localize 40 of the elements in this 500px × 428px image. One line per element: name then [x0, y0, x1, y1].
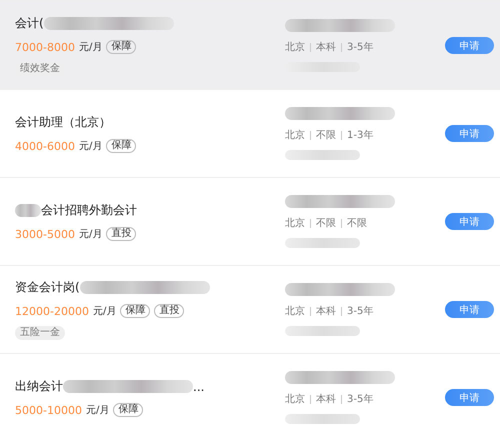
benefit-tag: 五险一金 [15, 326, 65, 340]
job-location: 北京 [285, 392, 305, 406]
education-requirement: 本科 [316, 40, 336, 54]
job-title[interactable]: 会计招聘外勤会计 [41, 202, 137, 219]
salary-range: 5000-10000 [15, 404, 82, 416]
experience-requirement: 1-3年 [347, 129, 374, 142]
job-tag: 保障 [106, 40, 136, 54]
salary-range: 7000-8000 [15, 40, 75, 54]
job-title[interactable]: 资金会计岗( [15, 279, 80, 296]
education-requirement: 不限 [316, 129, 336, 142]
job-tag: 直投 [106, 227, 136, 241]
experience-requirement: 3-5年 [347, 41, 374, 54]
job-location: 北京 [285, 216, 305, 230]
blurred-text-bar [15, 204, 41, 217]
job-title[interactable]: 出纳会计 [15, 378, 63, 395]
job-tag: 保障 [106, 139, 136, 153]
experience-requirement: 3-5年 [347, 393, 374, 406]
education-requirement: 本科 [316, 392, 336, 406]
salary-unit: 元/月 [78, 41, 102, 54]
salary-unit: 元/月 [78, 228, 102, 241]
job-tag: 保障 [113, 403, 144, 417]
job-tag: 直投 [154, 304, 184, 318]
job-title[interactable]: 会计助理（北京） [15, 114, 111, 131]
education-requirement: 不限 [316, 217, 336, 230]
job-location: 北京 [285, 128, 305, 142]
job-location: 北京 [285, 40, 305, 54]
salary-unit: 元/月 [86, 404, 110, 417]
experience-requirement: 不限 [347, 217, 367, 230]
salary-unit: 元/月 [92, 305, 116, 318]
experience-requirement: 3-5年 [347, 305, 374, 318]
salary-range: 3000-5000 [15, 228, 75, 240]
salary-range: 12000-20000 [15, 304, 89, 318]
salary-range: 4000-6000 [15, 140, 75, 152]
job-title[interactable]: 会计( [15, 15, 44, 32]
salary-unit: 元/月 [78, 140, 102, 153]
job-tag: 保障 [120, 304, 150, 318]
education-requirement: 本科 [316, 304, 336, 318]
job-row[interactable]: 会计( 7000-8000 元/月 保障 绩效奖金 北京 本科 3-5年 申请 [0, 2, 500, 90]
title-ellipsis: ... [193, 380, 204, 394]
job-location: 北京 [285, 304, 305, 318]
